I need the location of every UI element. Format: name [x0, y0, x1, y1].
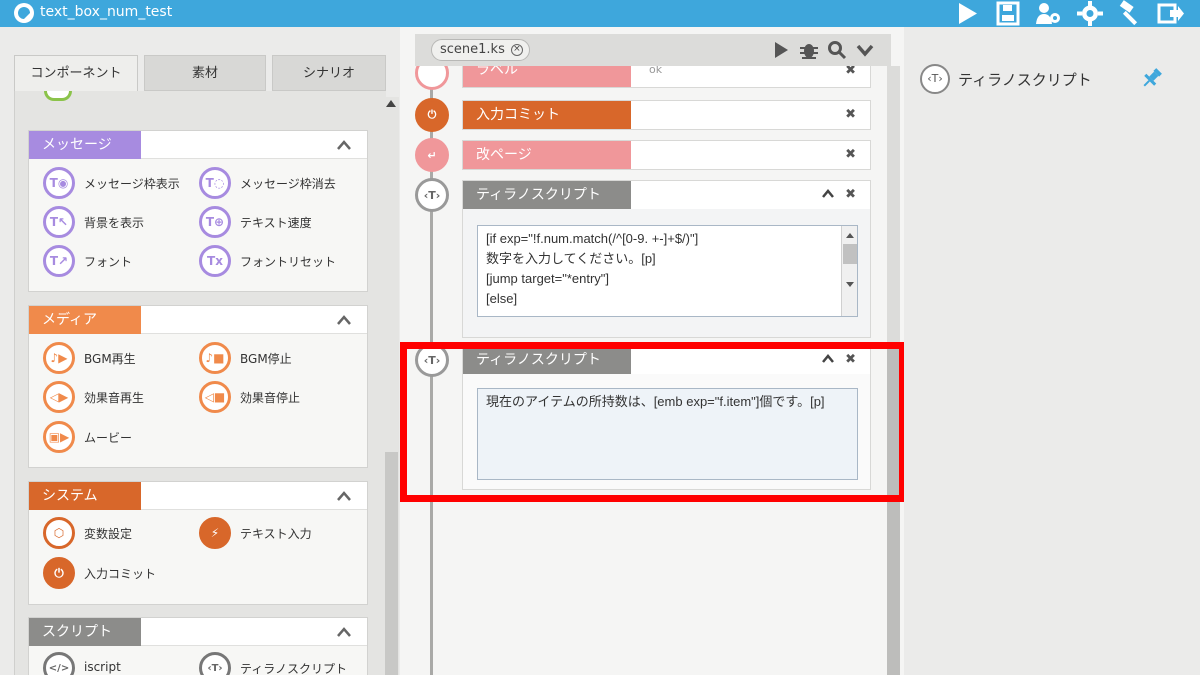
tab-scenario[interactable]: シナリオ [272, 55, 386, 91]
page-return-icon: ↵ [415, 138, 449, 172]
se-stop-icon: ◁■ [199, 381, 231, 413]
search-icon[interactable] [827, 40, 847, 60]
scene-tools [771, 40, 881, 60]
group-message-label: メッセージ [29, 131, 141, 159]
chevron-down-icon[interactable] [855, 40, 875, 60]
tyrano1-block-label: ティラノスクリプト [463, 181, 631, 209]
partial-label-node [415, 66, 449, 92]
block-label-partial[interactable]: ラベル ok ✖ [462, 66, 871, 88]
movie-icon: ▣▶ [43, 421, 75, 453]
bgm-play-icon: ♪▶ [43, 342, 75, 374]
group-media-label: メディア [29, 306, 141, 334]
block-tyranoscript-1[interactable]: ティラノスクリプト ✖ [if exp="!f.num.match(/^[0-9… [462, 180, 871, 338]
tyrano2-code-editor[interactable]: 現在のアイテムの所持数は、[emb exp="f.item"]個です。[p] [477, 388, 858, 480]
left-scroll-thumb[interactable] [385, 452, 398, 675]
scroll-up-arrow-icon[interactable] [386, 100, 396, 107]
group-system-label: システム [29, 482, 141, 510]
plug-icon: ⏻ [43, 557, 75, 589]
se-play-icon: ◁▶ [43, 381, 75, 413]
label-block-label: ラベル [463, 66, 631, 87]
page-block-label: 改ページ [463, 141, 631, 169]
close-icon[interactable]: ✖ [845, 187, 856, 202]
block-tyranoscript-2[interactable]: ティラノスクリプト ✖ 現在のアイテムの所持数は、[emb exp="f.ite… [462, 345, 871, 490]
label-block-value: ok [649, 66, 663, 76]
pin-icon[interactable] [1140, 66, 1164, 90]
code-scrollbar[interactable] [841, 226, 857, 316]
bgm-stop-icon: ♪■ [199, 342, 231, 374]
tyrano-icon: ‹T› [415, 178, 449, 212]
group-script-label: スクリプト [29, 618, 141, 646]
tab-materials[interactable]: 素材 [144, 55, 266, 91]
code-icon: </> [43, 652, 75, 675]
scene-bar: scene1.ks × [415, 34, 891, 66]
hammer-icon[interactable] [1115, 0, 1145, 27]
app-title: text_box_num_test [40, 4, 173, 20]
bug-icon[interactable] [799, 40, 819, 60]
message-show-icon: T◉ [43, 167, 75, 199]
left-scrollbar[interactable] [383, 97, 399, 675]
group-script: スクリプト </> iscript ‹T› ティラノスクリプト [28, 617, 368, 675]
group-system-header[interactable]: システム [29, 482, 367, 510]
chevron-up-icon[interactable] [822, 189, 834, 198]
lightning-icon: ⚡ [199, 517, 231, 549]
close-icon[interactable]: ✖ [845, 107, 856, 122]
tyrano-icon: ‹T› [920, 64, 950, 94]
block-page[interactable]: 改ページ ✖ [462, 140, 871, 170]
group-script-header[interactable]: スクリプト [29, 618, 367, 646]
gear-icon[interactable] [1075, 0, 1105, 27]
show-background-icon: T↖ [43, 206, 75, 238]
group-system: システム ⬡ 変数設定 ⚡ テキスト入力 ⏻ 入力コミット [28, 481, 368, 605]
property-panel [904, 27, 1200, 675]
close-icon[interactable]: ✖ [845, 352, 856, 367]
group-media-header[interactable]: メディア [29, 306, 367, 334]
variable-icon: ⬡ [43, 517, 75, 549]
plug-icon: ⏻ [415, 98, 449, 132]
chevron-up-icon[interactable] [337, 315, 351, 325]
play-icon[interactable] [771, 40, 791, 60]
group-message-header[interactable]: メッセージ [29, 131, 367, 159]
users-gear-icon[interactable] [1033, 0, 1063, 27]
tab-components[interactable]: コンポーネント [14, 55, 138, 91]
message-hide-icon: T◌ [199, 167, 231, 199]
commit-block-label: 入力コミット [463, 101, 631, 129]
title-bar: text_box_num_test [0, 0, 1200, 27]
block-input-commit[interactable]: 入力コミット ✖ [462, 100, 871, 130]
group-media: メディア ♪▶ BGM再生 ♪■ BGM停止 ◁▶ 効果音再生 ◁■ 効果音停止… [28, 305, 368, 468]
tyrano-icon: ‹T› [199, 652, 231, 675]
chevron-up-icon[interactable] [337, 491, 351, 501]
close-icon[interactable]: ✖ [845, 147, 856, 162]
chevron-up-icon[interactable] [337, 627, 351, 637]
editor-scrollbar[interactable] [887, 66, 900, 675]
close-icon[interactable]: ✖ [845, 66, 856, 77]
tyrano-icon: ‹T› [415, 343, 449, 377]
left-tabs: コンポーネント 素材 シナリオ [14, 55, 386, 91]
play-icon[interactable] [952, 0, 982, 27]
save-icon[interactable] [993, 0, 1023, 27]
code-scroll-thumb[interactable] [843, 244, 857, 264]
font-icon: T↗ [43, 245, 75, 277]
group-message: メッセージ T◉ メッセージ枠表示 T◌ メッセージ枠消去 T↖ 背景を表示 T… [28, 130, 368, 292]
chevron-up-icon[interactable] [822, 354, 834, 363]
property-title: ティラノスクリプト [958, 71, 1092, 89]
scene-tab[interactable]: scene1.ks × [431, 39, 530, 61]
scroll-down-arrow-icon[interactable] [842, 280, 858, 290]
tyrano1-code-editor[interactable]: [if exp="!f.num.match(/^[0-9. +-]+$/)"] … [477, 225, 858, 317]
scroll-up-arrow-icon[interactable] [842, 230, 858, 240]
close-icon[interactable]: × [510, 44, 523, 56]
editor-scroll-thumb[interactable] [887, 349, 900, 675]
exit-icon[interactable] [1156, 0, 1186, 27]
font-reset-icon: Tx [199, 245, 231, 277]
chevron-up-icon[interactable] [337, 140, 351, 150]
text-speed-icon: T⊕ [199, 206, 231, 238]
app-logo-icon [14, 3, 34, 23]
tyrano2-block-label: ティラノスクリプト [463, 346, 631, 374]
